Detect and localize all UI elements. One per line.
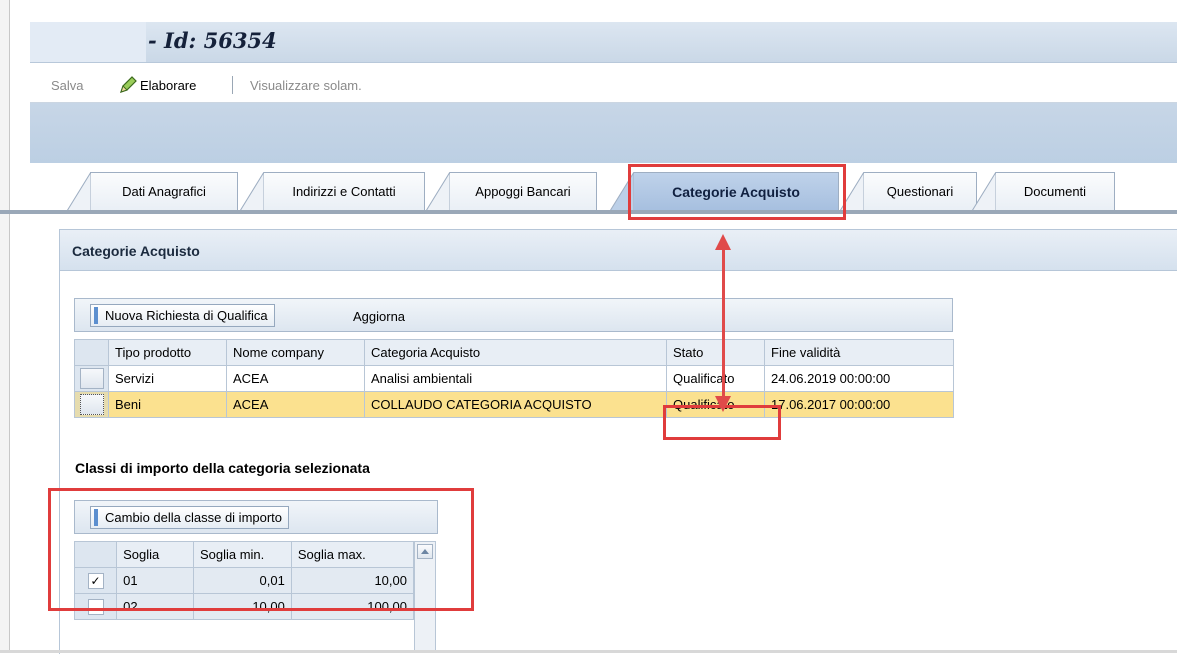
new-request-button[interactable]: Nuova Richiesta di Qualifica bbox=[90, 304, 275, 327]
save-button[interactable]: Salva bbox=[51, 78, 84, 93]
tab-appoggi-bancari[interactable]: Appoggi Bancari bbox=[426, 172, 597, 211]
tab-slope bbox=[67, 172, 91, 211]
view-only-button[interactable]: Visualizzare solam. bbox=[250, 78, 362, 93]
tab-questionari[interactable]: Questionari bbox=[840, 172, 977, 211]
arrow-down-icon bbox=[715, 396, 731, 412]
panel-title: Categorie Acquisto bbox=[72, 243, 200, 259]
row-selector[interactable] bbox=[74, 365, 109, 392]
header-band bbox=[30, 103, 1177, 164]
cell-tipo: Beni bbox=[108, 391, 227, 418]
amount-section-title: Classi di importo della categoria selezi… bbox=[75, 460, 370, 476]
cell-fine-validita: 17.06.2017 00:00:00 bbox=[764, 391, 954, 418]
tab-label: Indirizzi e Contatti bbox=[292, 184, 396, 199]
annotation-arrow-shaft bbox=[722, 250, 725, 402]
tab-label: Documenti bbox=[1023, 184, 1087, 199]
column-header[interactable]: Fine validità bbox=[764, 339, 954, 366]
tab-slope bbox=[426, 172, 450, 211]
tab-dati-anagrafici[interactable]: Dati Anagrafici bbox=[67, 172, 238, 211]
tab-label: Appoggi Bancari bbox=[475, 184, 571, 199]
tab-slope bbox=[972, 172, 996, 211]
arrow-up-icon bbox=[715, 234, 731, 250]
tab-slope bbox=[240, 172, 264, 211]
table-header-row: Tipo prodotto Nome company Categoria Acq… bbox=[74, 339, 954, 366]
title-prefix-block bbox=[30, 22, 146, 62]
edit-button[interactable]: Elaborare bbox=[140, 78, 196, 93]
select-all-cell[interactable] bbox=[74, 339, 109, 366]
action-toolbar: Salva Elaborare Visualizzare solam. bbox=[30, 66, 1177, 103]
tab-label: Questionari bbox=[886, 184, 954, 199]
column-header[interactable]: Stato bbox=[666, 339, 765, 366]
table-row[interactable]: Servizi ACEA Analisi ambientali Qualific… bbox=[74, 365, 954, 392]
row-selector[interactable] bbox=[74, 391, 109, 418]
row-select-box[interactable] bbox=[79, 394, 104, 415]
cell-categoria: Analisi ambientali bbox=[364, 365, 667, 392]
row-select-box[interactable] bbox=[79, 368, 104, 389]
cell-stato: Qualificato bbox=[666, 365, 765, 392]
categories-grid-toolbar: Nuova Richiesta di Qualifica Aggiorna bbox=[74, 298, 953, 332]
tab-indirizzi-contatti[interactable]: Indirizzi e Contatti bbox=[240, 172, 425, 211]
cell-categoria: COLLAUDO CATEGORIA ACQUISTO bbox=[364, 391, 667, 418]
tab-documenti[interactable]: Documenti bbox=[972, 172, 1115, 211]
toolbar-separator bbox=[232, 76, 233, 94]
pencil-icon bbox=[120, 76, 137, 93]
cell-fine-validita: 24.06.2019 00:00:00 bbox=[764, 365, 954, 392]
cell-company: ACEA bbox=[226, 391, 365, 418]
column-header[interactable]: Tipo prodotto bbox=[108, 339, 227, 366]
column-header[interactable]: Categoria Acquisto bbox=[364, 339, 667, 366]
table-row-selected[interactable]: Beni ACEA COLLAUDO CATEGORIA ACQUISTO Qu… bbox=[74, 391, 954, 418]
page-title: - Id: 56354 bbox=[148, 28, 277, 53]
cell-company: ACEA bbox=[226, 365, 365, 392]
panel-header: Categorie Acquisto bbox=[60, 230, 1177, 271]
tab-baseline bbox=[0, 210, 1177, 214]
cell-tipo: Servizi bbox=[108, 365, 227, 392]
left-border bbox=[0, 0, 10, 653]
annotation-box-tab bbox=[628, 164, 846, 220]
categories-table: Tipo prodotto Nome company Categoria Acq… bbox=[74, 339, 954, 418]
refresh-button[interactable]: Aggiorna bbox=[353, 309, 405, 324]
column-header[interactable]: Nome company bbox=[226, 339, 365, 366]
annotation-box-amount bbox=[48, 488, 474, 611]
title-bar: - Id: 56354 bbox=[30, 22, 1177, 63]
tab-label: Dati Anagrafici bbox=[122, 184, 206, 199]
